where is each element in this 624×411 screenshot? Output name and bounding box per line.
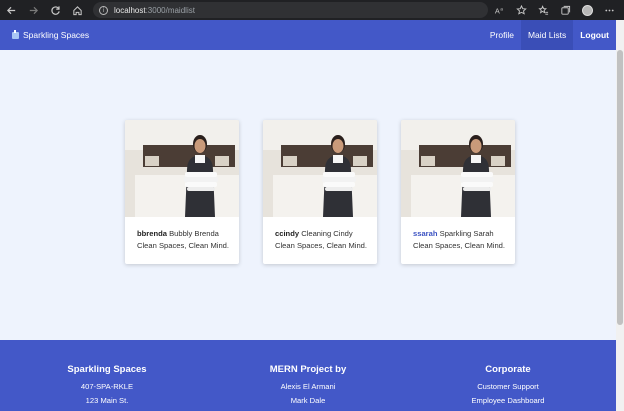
maid-name: Cleaning Cindy: [301, 229, 353, 238]
footer-link-dashboard[interactable]: Employee Dashboard: [408, 396, 608, 405]
maid-card-body: ssarah Sparkling Sarah Clean Spaces, Cle…: [401, 217, 515, 252]
footer-phone: 407-SPA-RKLE: [80, 382, 134, 391]
maid-username-link[interactable]: ssarah: [413, 229, 438, 238]
footer-company-title: Sparkling Spaces: [67, 364, 147, 375]
svg-text:a: a: [500, 6, 503, 11]
home-icon[interactable]: [66, 0, 88, 20]
footer-author: Alexis El Armani: [280, 382, 336, 391]
maid-name: Bubbly Brenda: [169, 229, 219, 238]
maid-card[interactable]: ccindy Cleaning Cindy Clean Spaces, Clea…: [263, 120, 377, 264]
maid-tagline: Clean Spaces, Clean Mind.: [413, 241, 506, 250]
footer-credits-title: MERN Project by: [269, 364, 347, 375]
footer-link-support[interactable]: Customer Support: [408, 382, 608, 391]
favorites-icon[interactable]: [532, 0, 554, 20]
footer: Sparkling Spaces 407-SPA-RKLE 123 Main S…: [0, 340, 616, 411]
maid-card-body: bbrenda Bubbly Brenda Clean Spaces, Clea…: [125, 217, 239, 252]
address-bar[interactable]: i localhost:3000/maidlist: [93, 2, 488, 18]
favorite-star-icon[interactable]: [510, 0, 532, 20]
maid-photo: [401, 120, 515, 217]
back-icon[interactable]: [0, 0, 22, 20]
footer-corporate: Corporate Customer Support Employee Dash…: [408, 340, 608, 405]
navbar: Sparkling Spaces Profile Maid Lists Logo…: [0, 20, 616, 50]
svg-text:A: A: [494, 6, 499, 15]
maid-tagline: Clean Spaces, Clean Mind.: [275, 241, 368, 250]
page-content: Sparkling Spaces Profile Maid Lists Logo…: [0, 20, 616, 411]
maid-tagline: Clean Spaces, Clean Mind.: [137, 241, 230, 250]
footer-address: 123 Main St.: [85, 396, 129, 405]
maid-card[interactable]: ssarah Sparkling Sarah Clean Spaces, Cle…: [401, 120, 515, 264]
maid-name: Sparkling Sarah: [439, 229, 494, 238]
footer-corporate-title: Corporate: [485, 364, 531, 375]
maid-photo: [125, 120, 239, 217]
brand-label: Sparkling Spaces: [23, 30, 90, 40]
maid-card[interactable]: bbrenda Bubbly Brenda Clean Spaces, Clea…: [125, 120, 239, 264]
nav-maid-lists[interactable]: Maid Lists: [520, 20, 574, 50]
brand-link[interactable]: Sparkling Spaces: [12, 20, 89, 50]
maid-photo: [263, 120, 377, 217]
profile-avatar-icon[interactable]: [576, 0, 598, 20]
read-aloud-icon[interactable]: Aa: [488, 0, 510, 20]
footer-credits: MERN Project by Alexis El Armani Mark Da…: [208, 340, 408, 405]
collections-icon[interactable]: [554, 0, 576, 20]
footer-author: Mark Dale: [290, 396, 326, 405]
nav-profile[interactable]: Profile: [483, 20, 521, 50]
brand-logo-icon: [12, 29, 19, 39]
page-scrollbar[interactable]: [616, 20, 624, 411]
scrollbar-thumb[interactable]: [617, 50, 623, 325]
footer-company: Sparkling Spaces 407-SPA-RKLE 123 Main S…: [7, 340, 207, 405]
more-options-icon[interactable]: [598, 0, 620, 20]
browser-toolbar: i localhost:3000/maidlist Aa: [0, 0, 624, 20]
refresh-icon[interactable]: [44, 0, 66, 20]
maid-card-list: bbrenda Bubbly Brenda Clean Spaces, Clea…: [125, 120, 517, 265]
info-icon[interactable]: i: [99, 5, 108, 15]
maid-username: bbrenda: [137, 229, 167, 238]
maid-card-body: ccindy Cleaning Cindy Clean Spaces, Clea…: [263, 217, 377, 252]
forward-icon[interactable]: [22, 0, 44, 20]
url-text: localhost:3000/maidlist: [114, 5, 195, 15]
nav-logout[interactable]: Logout: [573, 20, 616, 50]
maid-username: ccindy: [275, 229, 300, 238]
